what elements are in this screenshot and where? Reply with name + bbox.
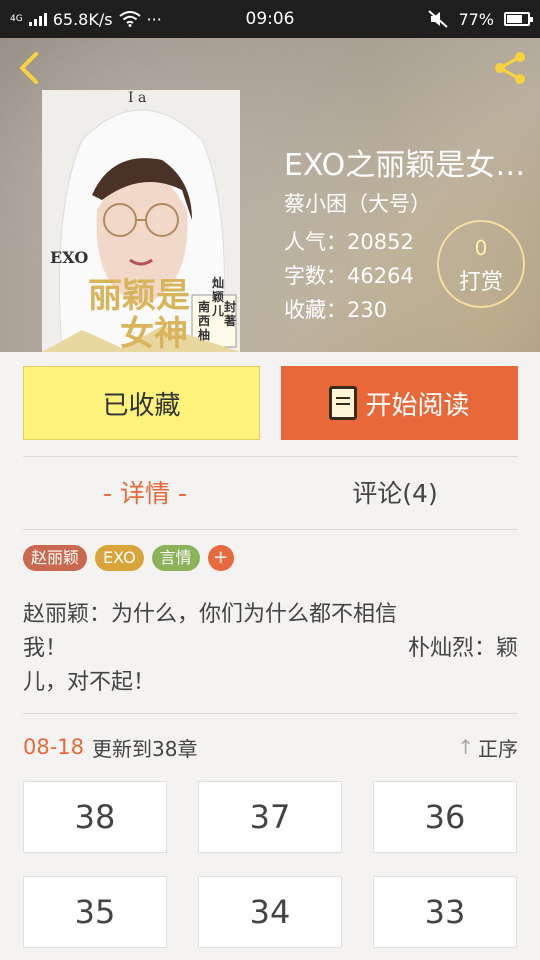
update-text: 更新到38章	[92, 736, 198, 761]
update-info: 08-18 更新到38章 ↑ 正序	[23, 730, 518, 764]
tag-chip[interactable]: 言情	[151, 545, 200, 571]
clock: 09:06	[245, 9, 295, 29]
cover-author-col1: 灿颖儿	[212, 276, 225, 318]
cover-title-line2: 女神	[120, 314, 188, 352]
book-title: EXO之丽颖是女…	[284, 148, 526, 183]
cover-exo-text: EXO	[50, 248, 89, 267]
tip-label: 打赏	[458, 270, 503, 295]
chapter-button[interactable]: 33	[373, 876, 517, 948]
divider	[23, 713, 518, 714]
chapter-button[interactable]: 35	[23, 876, 167, 948]
cover-author-col3: 封著	[224, 300, 237, 328]
book-favorites: 收藏：230	[284, 298, 388, 322]
chapter-button[interactable]: 38	[23, 781, 167, 853]
tag-list: 赵丽颖 EXO 言情 +	[23, 545, 234, 571]
tip-count: 0	[474, 236, 488, 260]
book-word-count: 字数：46264	[284, 264, 414, 288]
chapter-button[interactable]: 34	[198, 876, 342, 948]
chapter-button[interactable]: 37	[198, 781, 342, 853]
sort-arrow-icon: ↑	[457, 735, 474, 759]
divider	[23, 456, 518, 457]
sort-order-button[interactable]: ↑ 正序	[457, 733, 518, 762]
description-line: 赵丽颖：为什么，你们为什么都不相信	[23, 602, 398, 627]
cover-author-col2: 南西柚	[198, 300, 211, 342]
add-tag-button[interactable]: +	[207, 545, 234, 571]
chapter-button[interactable]: 36	[373, 781, 517, 853]
back-icon[interactable]	[12, 50, 48, 86]
collected-label: 已收藏	[102, 390, 181, 421]
share-icon[interactable]	[490, 48, 530, 88]
status-bar: 4G 65.8K/s ··· 09:06 77%	[0, 0, 540, 38]
description-line: 儿，对不起！	[23, 670, 156, 695]
start-reading-label: 开始阅读	[365, 390, 470, 421]
divider	[23, 529, 518, 530]
sort-order-label: 正序	[478, 736, 518, 761]
battery-icon	[504, 12, 533, 26]
description-line: 我！	[23, 636, 68, 661]
cover-top-text: I a	[128, 90, 147, 106]
book-icon	[329, 386, 358, 420]
book-header: I a EXO 丽颖是 女神 灿颖儿 南西柚 封著 EXO之丽颖是女… 蔡小困（…	[0, 38, 540, 352]
start-reading-button[interactable]: 开始阅读	[281, 366, 518, 440]
tab-details[interactable]: - 详情 -	[30, 468, 260, 520]
tab-comments[interactable]: 评论(4)	[280, 468, 510, 520]
book-description: 赵丽颖：为什么，你们为什么都不相信 我！ 朴灿烈：颖 儿，对不起！	[23, 598, 518, 700]
description-line: 朴灿烈：颖	[407, 636, 518, 661]
collected-button[interactable]: 已收藏	[23, 366, 260, 440]
book-cover[interactable]: I a EXO 丽颖是 女神 灿颖儿 南西柚 封著	[42, 90, 240, 352]
book-popularity: 人气：20852	[284, 230, 414, 254]
tag-chip[interactable]: EXO	[95, 545, 144, 571]
tag-chip[interactable]: 赵丽颖	[23, 545, 88, 571]
book-author[interactable]: 蔡小困（大号）	[284, 188, 431, 218]
update-date: 08-18	[23, 735, 85, 759]
tip-button[interactable]: 0 打赏	[437, 220, 525, 308]
